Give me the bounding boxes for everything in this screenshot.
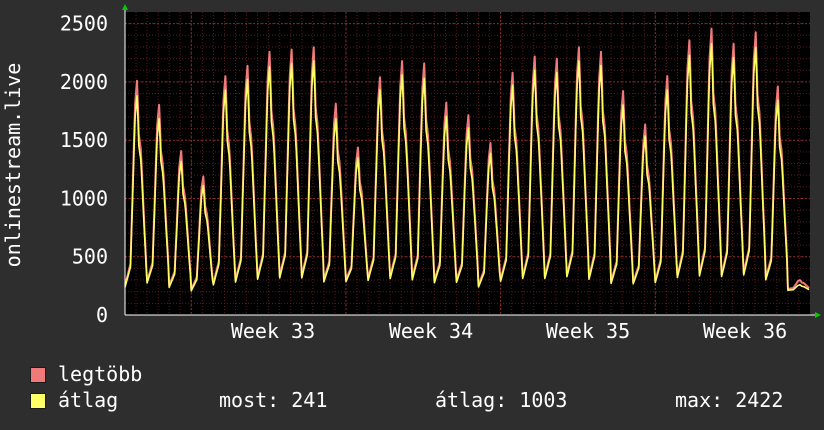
y-tick-label: 1000 [60,186,108,210]
y-tick-label: 500 [72,245,108,269]
stat-current: most: 241 [219,388,328,412]
x-axis-arrow [815,312,821,318]
chart-panel: 0 500 1000 1500 2000 2500 Week 33 Week 34 Week 3… [0,0,824,430]
legend-label-avg: átlag [58,388,119,412]
y-tick-label: 1500 [60,128,108,152]
x-tick-label: Week 33 [231,319,315,343]
legend-swatch-avg [30,393,46,409]
y-axis-label: onlinestream.live [1,63,25,268]
x-tick-label: Week 36 [703,319,787,343]
x-tick-label: Week 35 [546,319,630,343]
legend-swatch-max [30,367,46,383]
y-tick-label: 2500 [60,12,108,36]
y-tick-label: 2000 [60,70,108,94]
line-chart: 0 500 1000 1500 2000 2500 Week 33 Week 34 Week 3… [1,4,821,343]
y-axis-arrow [122,4,128,10]
stat-average: átlag: 1003 [435,388,568,412]
x-tick-label: Week 34 [389,319,473,343]
stat-maximum: max: 2422 [675,388,784,412]
y-tick-label: 0 [96,303,108,327]
legend-label-max: legtöbb [58,362,143,386]
